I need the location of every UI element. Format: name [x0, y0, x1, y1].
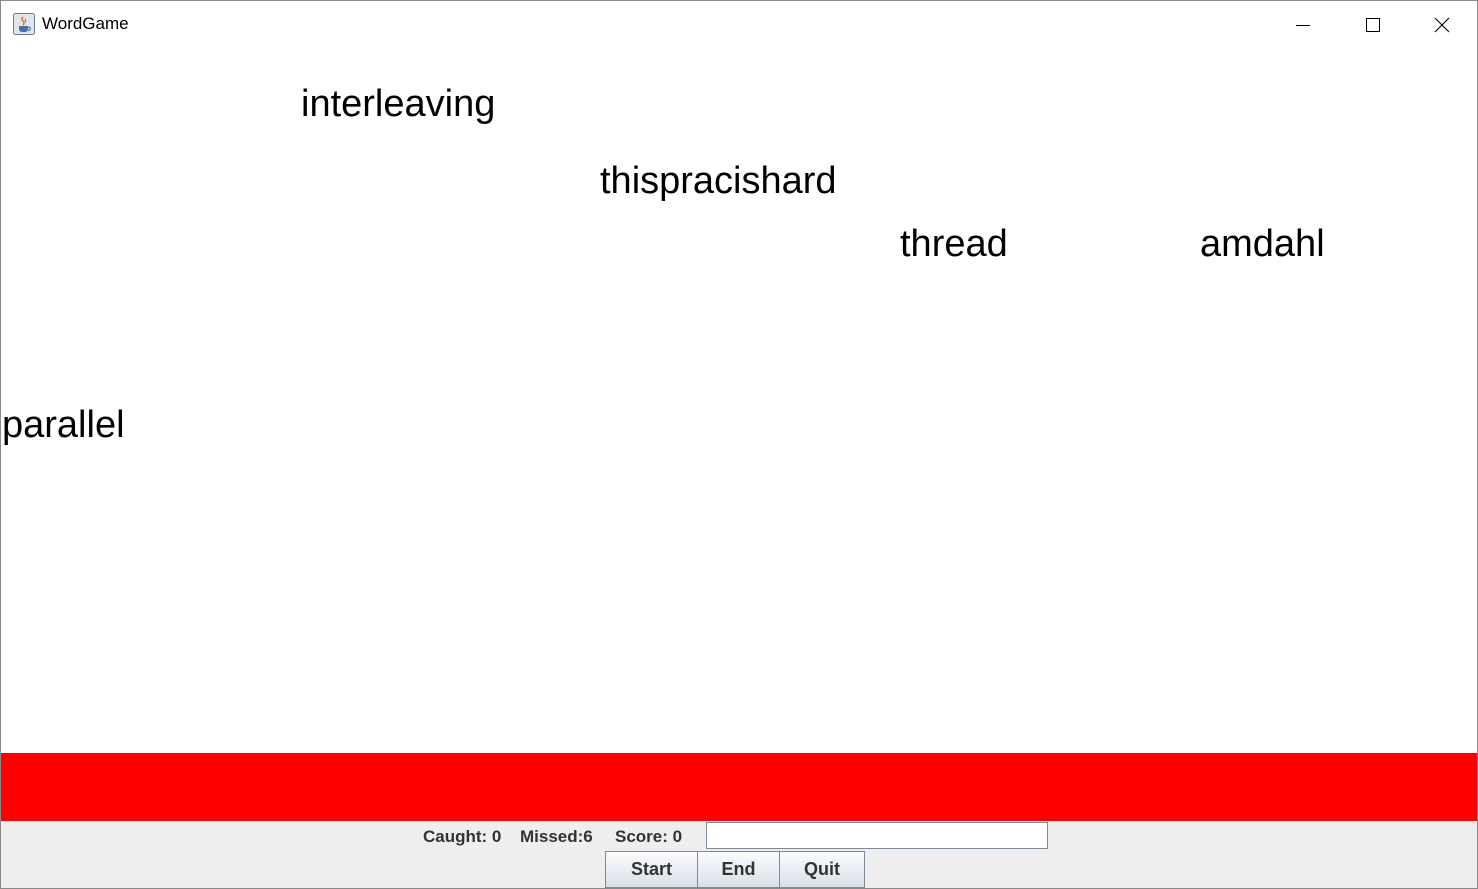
word-play-area: interleaving thispracishard thread amdah… [1, 49, 1477, 753]
quit-button[interactable]: Quit [779, 851, 865, 888]
java-cup-icon [13, 13, 35, 35]
missed-counter: Missed:6 [520, 827, 593, 846]
maximize-button[interactable] [1338, 1, 1408, 49]
falling-word: amdahl [1200, 223, 1325, 265]
close-icon [1434, 17, 1450, 33]
wordgame-window: WordGame interleaving thispracishard thr… [0, 0, 1478, 889]
red-danger-zone [1, 753, 1477, 821]
maximize-icon [1365, 17, 1381, 33]
close-button[interactable] [1407, 1, 1477, 49]
score-counter: Score: 0 [615, 827, 683, 846]
title-bar[interactable]: WordGame [1, 1, 1477, 49]
minimize-button[interactable] [1268, 1, 1338, 49]
caught-counter: Caught: 0 [423, 827, 502, 846]
control-panel: Caught: 0 Missed:6 Score: 0 Start End Qu… [1, 821, 1477, 888]
falling-word: thispracishard [600, 160, 837, 202]
falling-word: parallel [2, 404, 125, 446]
word-input-field[interactable] [706, 822, 1048, 849]
start-button[interactable]: Start [605, 851, 698, 888]
end-button[interactable]: End [697, 851, 780, 888]
window-title: WordGame [42, 14, 129, 33]
falling-word: thread [900, 223, 1008, 265]
minimize-icon [1295, 17, 1311, 33]
falling-word: interleaving [301, 83, 496, 125]
